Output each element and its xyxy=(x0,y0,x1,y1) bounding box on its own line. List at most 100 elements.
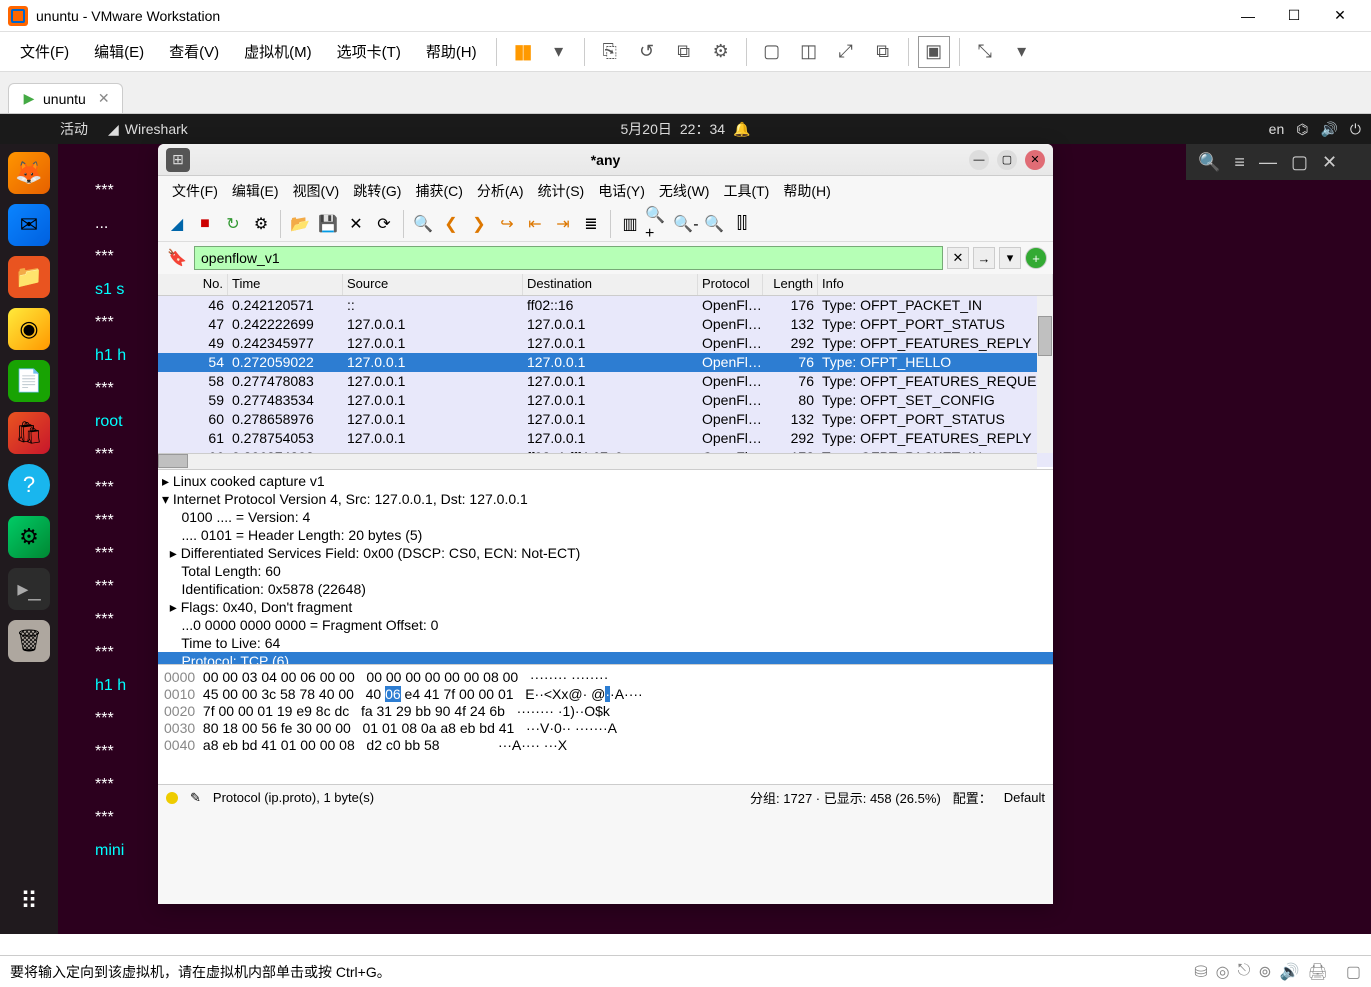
ws-menu-edit[interactable]: 编辑(E) xyxy=(226,178,285,204)
col-header-time[interactable]: Time xyxy=(228,274,343,295)
ws-menu-file[interactable]: 文件(F) xyxy=(166,178,224,204)
printer-icon[interactable]: 🖨 xyxy=(1308,962,1328,982)
activities-button[interactable]: 活动 xyxy=(10,119,88,139)
go-last-icon[interactable]: ⇥ xyxy=(550,211,576,237)
dock-files-icon[interactable]: 📁 xyxy=(8,256,50,298)
ws-menu-statistics[interactable]: 统计(S) xyxy=(532,178,591,204)
zoom-reset-icon[interactable]: 🔍 xyxy=(701,211,727,237)
hex-row[interactable]: 0020 7f 00 00 01 19 e9 8c dc fa 31 29 bb… xyxy=(164,703,1047,720)
menu-file[interactable]: 文件(F) xyxy=(10,35,79,68)
system-tray[interactable]: en ⌬ 🔊 ⏻ xyxy=(1269,121,1361,138)
open-file-icon[interactable]: 📂 xyxy=(287,211,313,237)
col-header-dest[interactable]: Destination xyxy=(523,274,698,295)
clock[interactable]: 5月20日 22：34 🔔 xyxy=(621,119,751,139)
packet-bytes[interactable]: 0000 00 00 03 04 00 06 00 00 00 00 00 00… xyxy=(158,664,1053,784)
console-icon[interactable]: ▣ xyxy=(918,36,950,68)
packet-row[interactable]: 600.278658976127.0.0.1127.0.0.1OpenFl…13… xyxy=(158,410,1053,429)
detail-line[interactable]: ▸ Linux cooked capture v1 xyxy=(162,472,1049,490)
dock-software-icon[interactable]: 🛍 xyxy=(8,412,50,454)
dock-apps-icon[interactable]: ⠿ xyxy=(8,880,50,922)
ws-menu-capture[interactable]: 捕获(C) xyxy=(409,178,468,204)
hex-row[interactable]: 0040 a8 eb bd 41 01 00 00 08 d2 c0 bb 58… xyxy=(164,737,1047,754)
resize-columns-icon[interactable]: ⫿⫿ xyxy=(729,211,755,237)
menu-tabs[interactable]: 选项卡(T) xyxy=(327,35,411,68)
close-file-icon[interactable]: ✕ xyxy=(343,211,369,237)
menu-vm[interactable]: 虚拟机(M) xyxy=(234,35,322,68)
reload-icon[interactable]: ⟳ xyxy=(371,211,397,237)
minimize-icon[interactable]: — xyxy=(1259,152,1277,173)
revert-icon[interactable]: ↺ xyxy=(631,36,663,68)
network-icon[interactable]: ⎋ xyxy=(1238,962,1251,982)
network-icon[interactable]: ⌬ xyxy=(1296,121,1308,138)
view-single-icon[interactable]: ▢ xyxy=(756,36,788,68)
hex-row[interactable]: 0010 45 00 00 3c 58 78 40 00 40 06 e4 41… xyxy=(164,686,1047,703)
dropdown-icon[interactable]: ▾ xyxy=(1006,36,1038,68)
ws-menu-view[interactable]: 视图(V) xyxy=(287,178,346,204)
vm-tab-ununtu[interactable]: ▶ ununtu ✕ xyxy=(8,83,123,113)
col-header-source[interactable]: Source xyxy=(343,274,523,295)
packet-row[interactable]: 610.278754053127.0.0.1127.0.0.1OpenFl…29… xyxy=(158,429,1053,448)
scrollbar-thumb[interactable] xyxy=(1038,316,1052,356)
hex-row[interactable]: 0030 80 18 00 56 fe 30 00 00 01 01 08 0a… xyxy=(164,720,1047,737)
power-icon[interactable]: ⏻ xyxy=(1350,121,1361,138)
ws-menu-wireless[interactable]: 无线(W) xyxy=(653,178,716,204)
display-filter-input[interactable] xyxy=(194,246,943,270)
packet-row[interactable]: 490.242345977127.0.0.1127.0.0.1OpenFl…29… xyxy=(158,334,1053,353)
snapshot-manager-icon[interactable]: ⧉ xyxy=(668,36,700,68)
active-app-indicator[interactable]: ◢ Wireshark xyxy=(108,121,188,138)
bookmark-filter-icon[interactable]: 🔖 xyxy=(164,245,190,271)
menu-edit[interactable]: 编辑(E) xyxy=(84,35,154,68)
ws-maximize-icon[interactable]: ▢ xyxy=(997,150,1017,170)
pencil-icon[interactable]: ✎ xyxy=(190,790,201,806)
packet-row[interactable]: 540.272059022127.0.0.1127.0.0.1OpenFl…76… xyxy=(158,353,1053,372)
wireshark-titlebar[interactable]: ⊞ *any — ▢ ✕ xyxy=(158,144,1053,176)
status-profile[interactable]: Default xyxy=(1004,790,1045,805)
auto-scroll-icon[interactable]: ≣ xyxy=(578,211,604,237)
dock-thunderbird-icon[interactable]: ✉ xyxy=(8,204,50,246)
maximize-button[interactable]: ☐ xyxy=(1271,0,1317,32)
zoom-out-icon[interactable]: 🔍- xyxy=(673,211,699,237)
packet-row[interactable]: 580.277478083127.0.0.1127.0.0.1OpenFl…76… xyxy=(158,372,1053,391)
ws-menu-analyze[interactable]: 分析(A) xyxy=(471,178,530,204)
cd-icon[interactable]: ◎ xyxy=(1216,962,1230,982)
vm-display[interactable]: 活动 ◢ Wireshark 5月20日 22：34 🔔 en ⌬ 🔊 ⏻ 🔍 … xyxy=(0,114,1371,934)
view-split-icon[interactable]: ◫ xyxy=(793,36,825,68)
close-button[interactable]: ✕ xyxy=(1317,0,1363,32)
expert-info-icon[interactable] xyxy=(166,792,178,804)
stop-capture-icon[interactable]: ■ xyxy=(192,211,218,237)
usb-icon[interactable]: ⊚ xyxy=(1258,962,1271,982)
detail-line-selected[interactable]: Protocol: TCP (6) xyxy=(158,652,1053,664)
dock-terminal-icon[interactable]: ▸_ xyxy=(8,568,50,610)
col-header-proto[interactable]: Protocol xyxy=(698,274,763,295)
unity-icon[interactable]: ⧉ xyxy=(867,36,899,68)
capture-options-icon[interactable]: ⚙ xyxy=(248,211,274,237)
snapshot-icon[interactable]: ⎘ xyxy=(594,36,626,68)
settings-icon[interactable]: ⚙ xyxy=(705,36,737,68)
ws-menu-help[interactable]: 帮助(H) xyxy=(777,178,836,204)
restart-capture-icon[interactable]: ↻ xyxy=(220,211,246,237)
ws-menu-telephony[interactable]: 电话(Y) xyxy=(592,178,651,204)
detail-line[interactable]: ▾ Internet Protocol Version 4, Src: 127.… xyxy=(162,490,1049,508)
col-header-len[interactable]: Length xyxy=(763,274,818,295)
disk-icon[interactable]: ⛁ xyxy=(1194,962,1207,982)
dock-trash-icon[interactable]: 🗑 xyxy=(8,620,50,662)
colorize-icon[interactable]: ▥ xyxy=(617,211,643,237)
detail-line[interactable]: Identification: 0x5878 (22648) xyxy=(162,580,1049,598)
ws-menu-go[interactable]: 跳转(G) xyxy=(347,178,407,204)
hamburger-icon[interactable]: ≡ xyxy=(1234,152,1245,173)
maximize-icon[interactable]: ▢ xyxy=(1291,152,1308,173)
go-forward-icon[interactable]: ❯ xyxy=(466,211,492,237)
clear-filter-icon[interactable]: ✕ xyxy=(947,247,969,269)
packet-list-body[interactable]: 460.242120571::ff02::16OpenFl…176Type: O… xyxy=(158,296,1053,467)
col-header-info[interactable]: Info xyxy=(818,274,1053,295)
packet-row[interactable]: 590.277483534127.0.0.1127.0.0.1OpenFl…80… xyxy=(158,391,1053,410)
menu-view[interactable]: 查看(V) xyxy=(159,35,229,68)
go-first-icon[interactable]: ⇤ xyxy=(522,211,548,237)
ws-minimize-icon[interactable]: — xyxy=(969,150,989,170)
dock-rhythmbox-icon[interactable]: ◉ xyxy=(8,308,50,350)
detail-line[interactable]: .... 0101 = Header Length: 20 bytes (5) xyxy=(162,526,1049,544)
dock-help-icon[interactable]: ? xyxy=(8,464,50,506)
packet-row[interactable]: 460.242120571::ff02::16OpenFl…176Type: O… xyxy=(158,296,1053,315)
detail-line[interactable]: ▸ Differentiated Services Field: 0x00 (D… xyxy=(162,544,1049,562)
display-icon[interactable]: ▢ xyxy=(1346,962,1361,982)
